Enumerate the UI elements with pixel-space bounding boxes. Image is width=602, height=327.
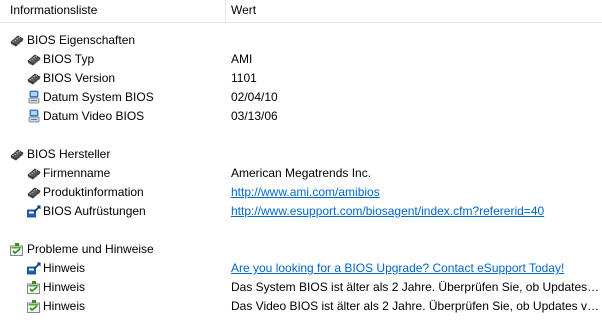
list-header: Informationsliste Wert (0, 0, 602, 23)
column-header-wert[interactable]: Wert (226, 0, 602, 23)
computer-icon (26, 109, 42, 124)
chip-icon (9, 147, 25, 162)
item-value: Das System BIOS ist älter als 2 Jahre. Ü… (231, 280, 602, 294)
chip-icon (26, 52, 42, 67)
list-item[interactable]: Firmenname American Megatrends Inc. (0, 164, 602, 183)
item-value: 03/13/06 (231, 109, 278, 123)
computer-icon (26, 90, 42, 105)
list-item[interactable]: Produktinformation http://www.ami.com/am… (0, 183, 602, 202)
item-value: 02/04/10 (231, 90, 278, 104)
notice-icon (9, 242, 25, 257)
notice-icon (26, 280, 42, 295)
list-item[interactable]: BIOS Version 1101 (0, 69, 602, 88)
spacer-row (0, 126, 602, 145)
chip-icon (26, 185, 42, 200)
chip-icon (26, 166, 42, 181)
item-value: American Megatrends Inc. (231, 166, 372, 180)
column-header-informationsliste[interactable]: Informationsliste (0, 0, 225, 23)
item-label: Datum System BIOS (43, 90, 154, 104)
item-value: AMI (231, 52, 253, 66)
item-label: Hinweis (43, 299, 86, 313)
list-item[interactable]: BIOS Aufrüstungen http://www.esupport.co… (0, 202, 602, 221)
item-label: BIOS Typ (43, 52, 95, 66)
spacer-row (0, 221, 602, 240)
list-item[interactable]: Datum Video BIOS 03/13/06 (0, 107, 602, 126)
info-list: BIOS Eigenschaften BIOS Typ AMI BIOS Ver… (0, 31, 602, 316)
chip-icon (9, 33, 25, 48)
upgrade-icon (26, 261, 42, 276)
group-label: Probleme und Hinweise (27, 242, 154, 256)
item-label: BIOS Aufrüstungen (43, 204, 146, 218)
item-label: Datum Video BIOS (43, 109, 145, 123)
list-item[interactable]: BIOS Typ AMI (0, 50, 602, 69)
esupport-link[interactable]: Are you looking for a BIOS Upgrade? Cont… (231, 261, 564, 275)
item-label: Firmenname (43, 166, 111, 180)
list-group[interactable]: Probleme und Hinweise (0, 240, 602, 259)
product-info-link[interactable]: http://www.ami.com/amibios (231, 185, 380, 199)
item-label: Hinweis (43, 280, 86, 294)
list-group[interactable]: BIOS Eigenschaften (0, 31, 602, 50)
list-item[interactable]: Hinweis Are you looking for a BIOS Upgra… (0, 259, 602, 278)
list-item[interactable]: Hinweis Das Video BIOS ist älter als 2 J… (0, 297, 602, 316)
item-value: Das Video BIOS ist älter als 2 Jahre. Üb… (231, 299, 602, 313)
group-label: BIOS Eigenschaften (27, 33, 136, 47)
list-group[interactable]: BIOS Hersteller (0, 145, 602, 164)
item-value: 1101 (231, 71, 257, 85)
upgrade-icon (26, 204, 42, 219)
bios-upgrade-link[interactable]: http://www.esupport.com/biosagent/index.… (231, 204, 544, 218)
item-label: Hinweis (43, 261, 86, 275)
group-label: BIOS Hersteller (27, 147, 111, 161)
item-label: BIOS Version (43, 71, 116, 85)
list-item[interactable]: Datum System BIOS 02/04/10 (0, 88, 602, 107)
list-item[interactable]: Hinweis Das System BIOS ist älter als 2 … (0, 278, 602, 297)
notice-icon (26, 299, 42, 314)
chip-icon (26, 71, 42, 86)
item-label: Produktinformation (43, 185, 144, 199)
